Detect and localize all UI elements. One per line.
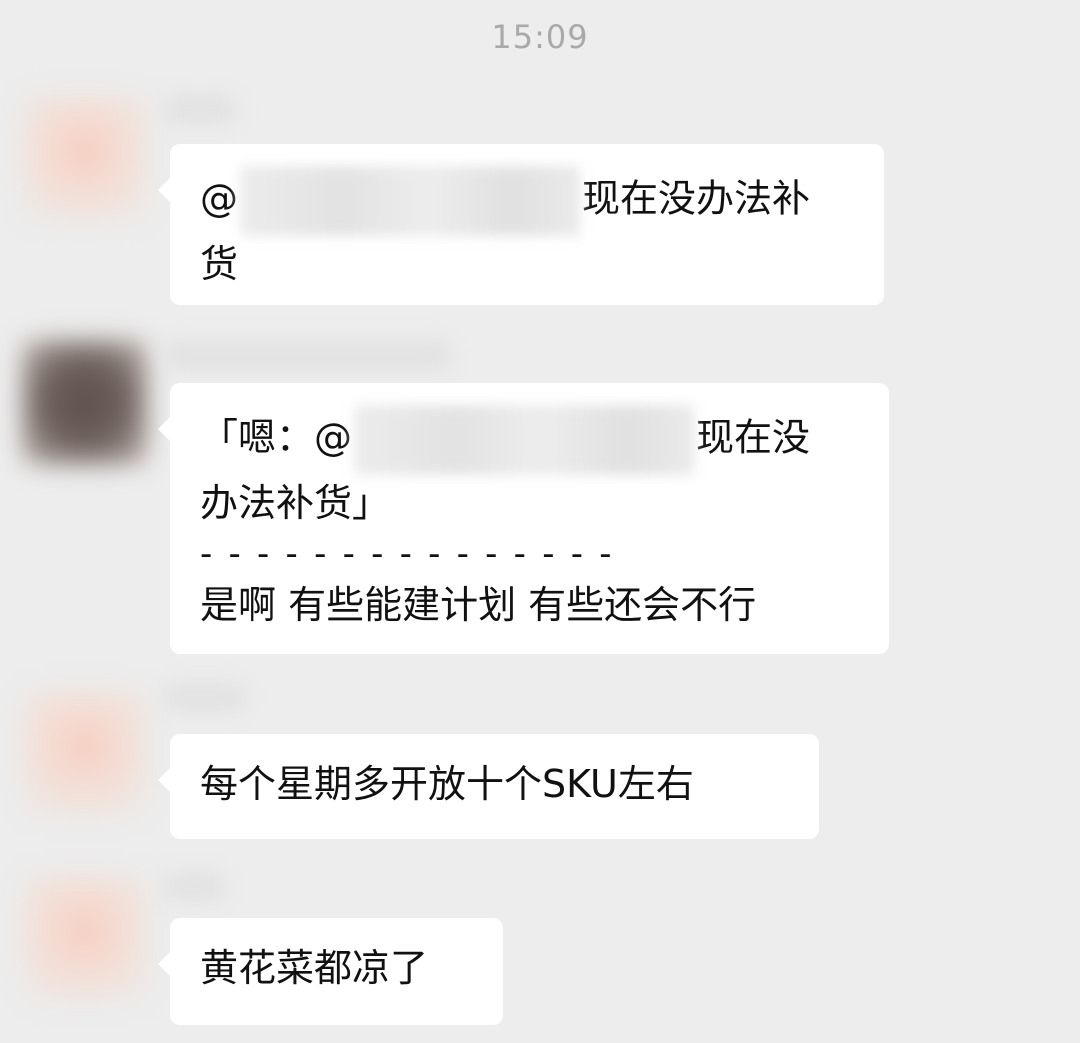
quote-divider: - - - - - - - - - - - - - - - (200, 534, 615, 574)
message-text: 每个星期多开放十个SKU左右 (200, 762, 694, 806)
message-text: 黄花菜都凉了 (200, 946, 429, 990)
message-text: 现在没办法补 (582, 176, 811, 221)
avatar[interactable] (22, 95, 147, 220)
redacted-mention (354, 405, 695, 475)
message-bubble[interactable]: 「嗯：@ 现在没 办法补货」 - - - - - - - - - - - - - … (158, 383, 889, 654)
reply-text: 是啊 有些能建计划 有些还会不行 (200, 583, 757, 627)
message-bubble[interactable]: 黄花菜都凉了 (158, 918, 503, 1025)
quote-text: 现在没 (696, 415, 811, 460)
sender-name-redacted (165, 95, 235, 125)
sender-name-redacted (165, 682, 245, 712)
message-bubble[interactable]: 每个星期多开放十个SKU左右 (158, 734, 819, 839)
sender-name-redacted (165, 340, 450, 370)
mention-at: @ (200, 176, 238, 221)
message-bubble[interactable]: @ 现在没办法补 货 (158, 144, 884, 305)
avatar[interactable] (22, 690, 147, 815)
sender-name-redacted (165, 872, 225, 902)
timestamp: 15:09 (491, 18, 589, 56)
avatar[interactable] (22, 340, 147, 465)
quote-prefix: 「嗯：@ (200, 415, 353, 460)
quote-line: 「嗯：@ 现在没 (200, 405, 859, 475)
message-text: 货 (200, 242, 239, 286)
quote-text: 办法补货」 (200, 481, 391, 525)
redacted-mention (240, 166, 580, 236)
message-line: @ 现在没办法补 (200, 166, 854, 236)
avatar[interactable] (22, 875, 147, 1000)
